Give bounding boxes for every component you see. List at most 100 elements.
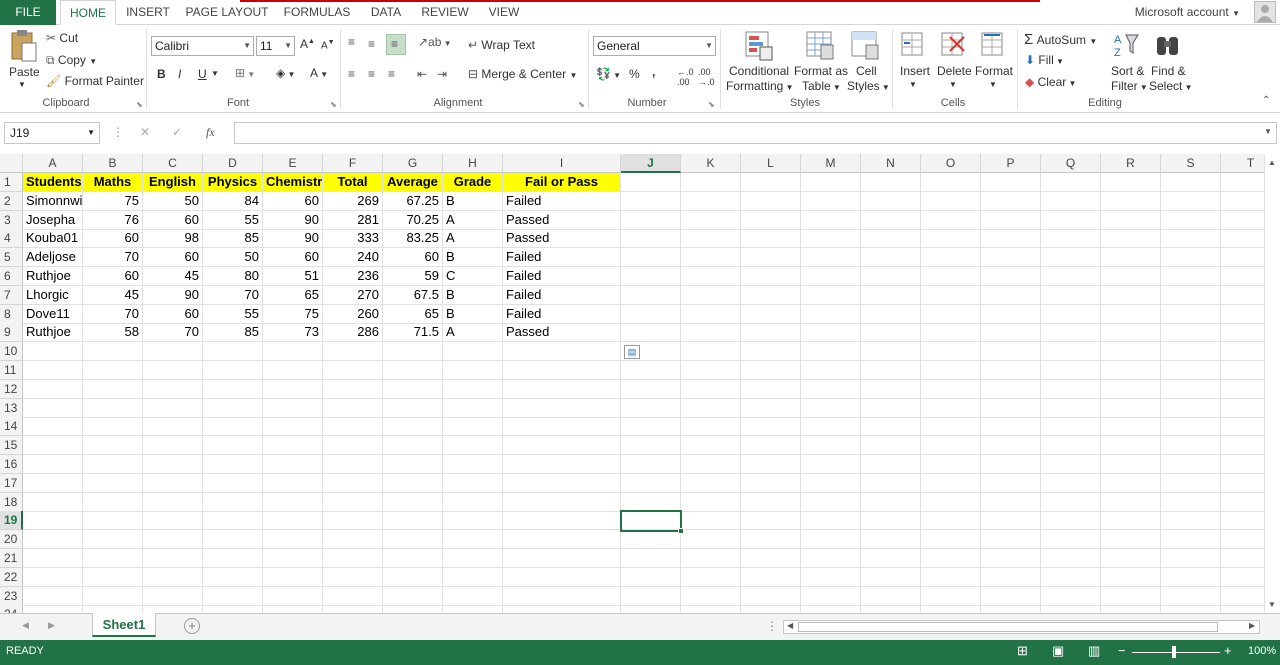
empty-cell[interactable] [1221, 192, 1264, 211]
horizontal-scrollbar[interactable]: ◀ ▶ [783, 620, 1260, 634]
row-header-7[interactable]: 7 [0, 285, 23, 305]
empty-cell[interactable] [801, 229, 861, 249]
row-header-19[interactable]: 19 [0, 511, 23, 531]
empty-cell[interactable] [1041, 173, 1101, 192]
empty-cell[interactable] [503, 436, 621, 456]
empty-cell[interactable] [323, 455, 383, 474]
table-cell[interactable]: Passed [503, 323, 621, 343]
empty-cell[interactable] [383, 342, 443, 362]
empty-cell[interactable] [1161, 549, 1221, 568]
empty-cell[interactable] [801, 379, 861, 399]
empty-cell[interactable] [83, 492, 143, 512]
table-header-cell[interactable]: Fail or Pass [503, 173, 621, 192]
empty-cell[interactable] [323, 511, 383, 531]
empty-cell[interactable] [801, 455, 861, 474]
empty-cell[interactable] [443, 417, 503, 437]
empty-cell[interactable] [921, 191, 981, 211]
table-cell[interactable]: 281 [323, 210, 383, 230]
empty-cell[interactable] [1101, 229, 1161, 249]
empty-cell[interactable] [203, 530, 263, 550]
tab-review[interactable]: REVIEW [418, 0, 472, 25]
empty-cell[interactable] [143, 436, 203, 456]
empty-cell[interactable] [203, 511, 263, 531]
empty-cell[interactable] [1161, 323, 1221, 343]
copy-button[interactable]: ⧉ Copy ▼ [46, 53, 97, 68]
row-header-16[interactable]: 16 [0, 455, 23, 474]
empty-cell[interactable] [83, 379, 143, 399]
empty-cell[interactable] [741, 304, 801, 324]
empty-cell[interactable] [1221, 568, 1264, 587]
empty-cell[interactable] [143, 361, 203, 380]
empty-cell[interactable] [1221, 286, 1264, 305]
empty-cell[interactable] [143, 549, 203, 568]
empty-cell[interactable] [443, 605, 503, 613]
empty-cell[interactable] [503, 567, 621, 587]
empty-cell[interactable] [1161, 455, 1221, 474]
empty-cell[interactable] [621, 379, 681, 399]
empty-cell[interactable] [23, 455, 83, 474]
empty-cell[interactable] [83, 417, 143, 437]
column-header-n[interactable]: N [861, 154, 921, 173]
empty-cell[interactable] [861, 586, 921, 606]
table-cell[interactable]: A [443, 323, 503, 343]
empty-cell[interactable] [681, 586, 741, 606]
empty-cell[interactable] [981, 379, 1041, 399]
table-cell[interactable]: 286 [323, 323, 383, 343]
empty-cell[interactable] [861, 398, 921, 418]
empty-cell[interactable] [443, 586, 503, 606]
empty-cell[interactable] [1101, 191, 1161, 211]
clipboard-launcher-icon[interactable]: ⬊ [136, 100, 143, 109]
decrease-decimal-button[interactable]: .00 →.0 [698, 67, 715, 87]
row-header-6[interactable]: 6 [0, 267, 23, 286]
row-header-14[interactable]: 14 [0, 417, 23, 437]
empty-cell[interactable] [83, 398, 143, 418]
name-box[interactable]: J19 ▼ [4, 122, 100, 144]
normal-view-icon[interactable]: ⊞ [1017, 643, 1028, 659]
font-size-select[interactable]: 11 ▼ [256, 36, 295, 56]
column-header-m[interactable]: M [801, 154, 861, 173]
empty-cell[interactable] [741, 436, 801, 456]
empty-cell[interactable] [801, 436, 861, 456]
empty-cell[interactable] [681, 191, 741, 211]
sheet-tab-sheet1[interactable]: Sheet1 [92, 613, 156, 637]
empty-cell[interactable] [621, 229, 681, 249]
empty-cell[interactable] [1101, 436, 1161, 456]
empty-cell[interactable] [621, 398, 681, 418]
empty-cell[interactable] [681, 173, 741, 192]
fill-button[interactable]: ⬇ Fill ▼ [1025, 53, 1064, 67]
row-header-18[interactable]: 18 [0, 492, 23, 512]
empty-cell[interactable] [801, 492, 861, 512]
empty-cell[interactable] [801, 191, 861, 211]
empty-cell[interactable] [443, 567, 503, 587]
empty-cell[interactable] [1041, 398, 1101, 418]
empty-cell[interactable] [1041, 361, 1101, 380]
empty-cell[interactable] [1041, 229, 1101, 249]
empty-cell[interactable] [681, 567, 741, 587]
empty-cell[interactable] [443, 549, 503, 568]
orientation-button[interactable]: ↗ab ▼ [418, 35, 452, 49]
empty-cell[interactable] [1101, 323, 1161, 343]
format-as-table-button[interactable] [806, 31, 834, 64]
worksheet-grid[interactable]: A B C D E F G H I J K L M N O P Q R S T 1 2 3 4 5 6 7 8 9 10 11 12 13 14 1… [0, 154, 1264, 613]
empty-cell[interactable] [1101, 455, 1161, 474]
quick-analysis-icon[interactable]: ▤ [624, 345, 640, 359]
empty-cell[interactable] [621, 586, 681, 606]
empty-cell[interactable] [921, 492, 981, 512]
table-cell[interactable]: 75 [263, 304, 323, 324]
empty-cell[interactable] [1101, 530, 1161, 550]
empty-cell[interactable] [263, 342, 323, 362]
table-cell[interactable]: A [443, 210, 503, 230]
empty-cell[interactable] [801, 361, 861, 380]
empty-cell[interactable] [23, 586, 83, 606]
empty-cell[interactable] [1101, 379, 1161, 399]
row-header-21[interactable]: 21 [0, 549, 23, 568]
empty-cell[interactable] [83, 436, 143, 456]
empty-cell[interactable] [323, 436, 383, 456]
empty-cell[interactable] [263, 361, 323, 380]
fill-handle[interactable] [678, 528, 684, 535]
empty-cell[interactable] [921, 605, 981, 613]
empty-cell[interactable] [921, 342, 981, 362]
empty-cell[interactable] [1221, 549, 1264, 568]
empty-cell[interactable] [1221, 436, 1264, 456]
select-all-corner[interactable] [0, 154, 23, 173]
